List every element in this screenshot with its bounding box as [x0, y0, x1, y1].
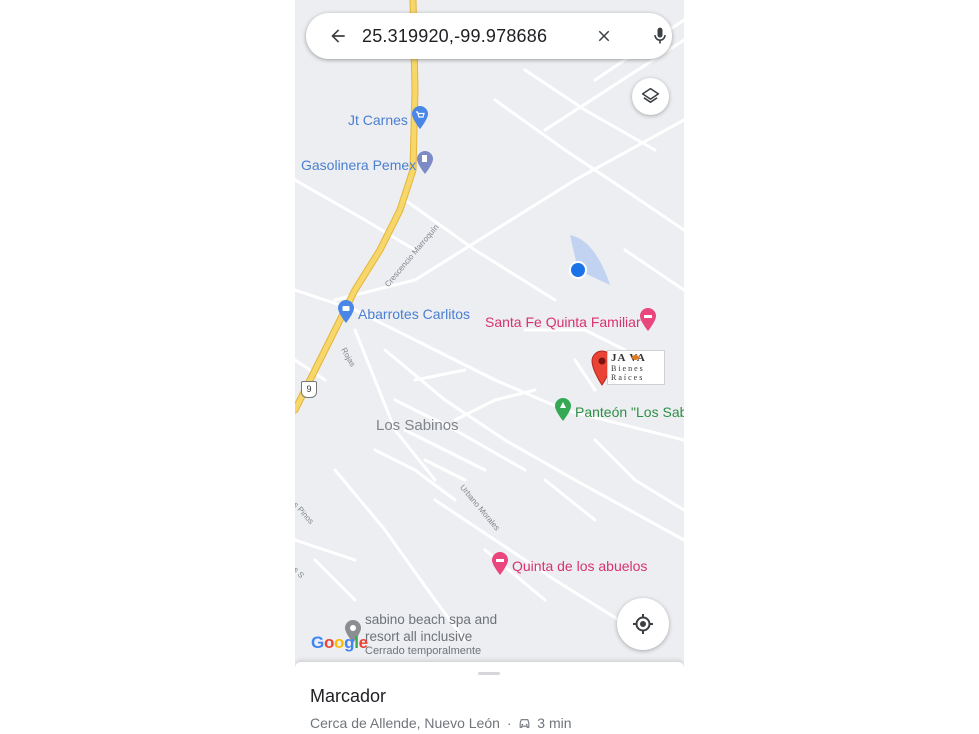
arrow-left-icon[interactable] — [328, 26, 348, 46]
shopping-cart-pin-icon[interactable] — [411, 106, 429, 130]
my-location-icon — [633, 614, 653, 634]
poi-quinta-abuelos[interactable]: Quinta de los abuelos — [512, 558, 647, 574]
close-icon[interactable] — [595, 27, 613, 45]
my-location-button[interactable] — [617, 598, 669, 650]
highway-shield: 9 — [301, 381, 317, 398]
place-location: Cerca de Allende, Nuevo León — [310, 715, 500, 731]
poi-sabino-line1[interactable]: sabino beach spa and — [365, 612, 497, 627]
google-logo: Google — [311, 633, 368, 652]
cemetery-pin-icon[interactable] — [554, 398, 572, 422]
search-bar[interactable]: 25.319920,-99.978686 — [306, 13, 672, 59]
lodging-pin-icon-2[interactable] — [491, 552, 509, 576]
poi-sabino-line2[interactable]: resort all inclusive — [365, 629, 472, 644]
gas-station-pin-icon[interactable] — [416, 151, 434, 175]
town-label: Los Sabinos — [376, 417, 459, 434]
poi-santa-fe[interactable]: Santa Fe Quinta Familiar — [485, 314, 641, 330]
sheet-drag-handle[interactable] — [478, 672, 500, 675]
car-icon — [520, 719, 530, 728]
poi-gasolinera[interactable]: Gasolinera Pemex — [301, 157, 416, 173]
poi-sabino-status: Cerrado temporalmente — [365, 645, 482, 657]
search-query-text[interactable]: 25.319920,-99.978686 — [362, 26, 547, 47]
poi-jt-carnes[interactable]: Jt Carnes — [348, 112, 408, 128]
business-logo-card: JA VA B i e n e s R a í c e s — [607, 350, 665, 385]
layers-button[interactable] — [632, 78, 669, 115]
place-subtitle: Cerca de Allende, Nuevo León · 3 min — [310, 715, 572, 731]
layers-icon — [641, 87, 660, 103]
microphone-icon[interactable] — [650, 25, 670, 47]
place-bottom-sheet[interactable]: Marcador Cerca de Allende, Nuevo León · … — [295, 662, 684, 734]
drive-time: 3 min — [537, 715, 572, 731]
poi-panteon[interactable]: Panteón "Los Sabinos" — [575, 404, 684, 420]
lodging-pin-icon[interactable] — [639, 308, 657, 332]
subtitle-separator: · — [506, 715, 512, 731]
phone-screen: Crescencio Marroquín Rojas Urbano Morale… — [295, 0, 684, 734]
place-title: Marcador — [310, 686, 387, 706]
grocery-pin-icon[interactable] — [337, 300, 355, 324]
poi-abarrotes[interactable]: Abarrotes Carlitos — [358, 306, 470, 322]
